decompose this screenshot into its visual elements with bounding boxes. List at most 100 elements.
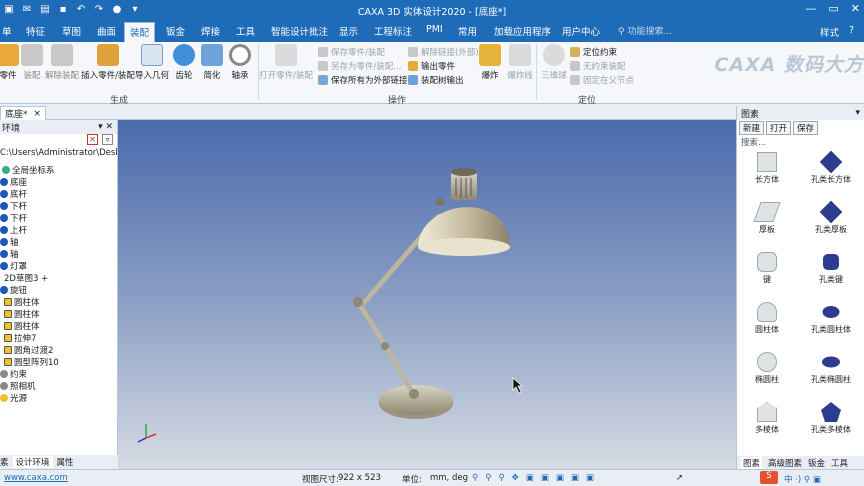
bearing-button[interactable]: 轴承	[220, 44, 260, 81]
tree-item[interactable]: 下杆	[0, 200, 118, 212]
elliptic-cylinder-icon	[757, 352, 777, 372]
tree-item[interactable]: 圆角过渡2	[0, 344, 118, 356]
help-icon[interactable]: ?	[849, 25, 854, 39]
tab-smart-design[interactable]: 智能设计批注	[271, 24, 328, 38]
tree-item[interactable]: 全局坐标系	[0, 164, 118, 176]
open-part-button[interactable]: 打开零件/装配	[259, 44, 313, 81]
tab-user-center[interactable]: 用户中心	[562, 24, 600, 38]
tab-load-apps[interactable]: 加载应用程序	[494, 24, 551, 38]
save-part-button[interactable]: 保存零件/装配	[318, 46, 385, 58]
tab-sheetmetal-elements[interactable]: 钣金	[808, 457, 825, 469]
tab-elements[interactable]: 图素	[741, 456, 763, 469]
tree-item[interactable]: 圆柱体	[0, 320, 118, 332]
tab-advanced-elements[interactable]: 高级图素	[768, 457, 802, 469]
new-catalog-button[interactable]: 新建	[739, 121, 765, 135]
tree-item[interactable]: 圆柱体	[0, 308, 118, 320]
tree-item[interactable]: 底杆	[0, 188, 118, 200]
view-tools[interactable]: ⚲⚲⚲✥▣▣▣▣▣	[472, 473, 601, 483]
tree-item[interactable]: 2D草图3 +	[0, 272, 118, 284]
position-constraint-button[interactable]: 定位约束	[570, 46, 617, 58]
tab-design-environment[interactable]: 设计环境	[12, 456, 53, 468]
tree-item[interactable]: 底座	[0, 176, 118, 188]
key-icon	[757, 252, 777, 272]
tab-weld[interactable]: 焊接	[201, 24, 220, 38]
filter-icon[interactable]: ▿	[102, 134, 113, 145]
tab-engineering-annotation[interactable]: 工程标注	[374, 24, 412, 38]
delete-icon[interactable]: ✕	[87, 134, 98, 145]
save-all-external-button[interactable]: 保存所有为外部链接	[318, 74, 408, 86]
tree-item[interactable]: 光源	[0, 392, 118, 404]
tree-item[interactable]: 旋钮	[0, 284, 118, 296]
tab-pmi[interactable]: PMI	[426, 24, 443, 35]
tree-item[interactable]: 圆型阵列10	[0, 356, 118, 368]
shape-plate[interactable]: 厚板	[737, 202, 797, 235]
shape-hole-elliptic-cylinder[interactable]: 孔类椭圆柱	[801, 352, 861, 385]
export-part-icon	[408, 61, 418, 71]
catalog-search[interactable]: 搜索...	[737, 136, 864, 148]
tab-assembly[interactable]: 装配	[124, 22, 156, 43]
tab-sheetmetal[interactable]: 钣金	[166, 24, 185, 38]
tab-sketch[interactable]: 草图	[62, 24, 81, 38]
plate-icon	[753, 202, 781, 222]
tab-display[interactable]: 显示	[339, 24, 358, 38]
insert-part-button[interactable]: 插入零件/装配	[81, 44, 135, 81]
shape-prism[interactable]: 多棱体	[737, 402, 797, 435]
tab-surface[interactable]: 曲面	[97, 24, 116, 38]
save-catalog-button[interactable]: 保存	[793, 121, 819, 135]
ribbon-panel: 零件 装配 解除装配 插入零件/装配 导入几何 齿轮 简化 轴承 生成 打开零件…	[0, 42, 864, 106]
select-cursor-icon[interactable]: ➚	[676, 473, 683, 483]
import-geometry-icon	[141, 44, 163, 66]
ime-language[interactable]: 中 ·) ⚲ ▣	[784, 473, 821, 485]
minimize-icon[interactable]: —	[805, 2, 816, 15]
shape-hole-prism[interactable]: 孔类多棱体	[801, 402, 861, 435]
save-all-icon	[318, 75, 328, 85]
design-tree: 全局坐标系 底座 底杆 下杆 下杆 上杆 轴 轴 灯罩 2D草图3 + 旋钮 圆…	[0, 164, 118, 404]
shape-box[interactable]: 长方体	[737, 152, 797, 185]
tree-item[interactable]: 上杆	[0, 224, 118, 236]
close-icon[interactable]: ✕	[851, 2, 860, 15]
unlink-external-button[interactable]: 解除链接(外部)	[408, 46, 479, 58]
pin-close-icons[interactable]: ▾ ✕	[98, 122, 113, 132]
export-part-button[interactable]: 输出零件	[408, 60, 455, 72]
tree-item[interactable]: 轴	[0, 236, 118, 248]
shape-elliptic-cylinder[interactable]: 椭圆柱	[737, 352, 797, 385]
unconstrained-assembly-button[interactable]: 无约束装配	[570, 60, 626, 72]
tree-item[interactable]: 下杆	[0, 212, 118, 224]
3d-viewport[interactable]	[118, 120, 736, 469]
close-document-icon[interactable]: ×	[34, 109, 42, 119]
tree-item[interactable]: 灯罩	[0, 260, 118, 272]
window-title: CAXA 3D 实体设计2020 - [底座*]	[357, 7, 507, 18]
tree-item[interactable]: 照相机	[0, 380, 118, 392]
shape-hole-cylinder[interactable]: 孔类圆柱体	[801, 302, 861, 335]
tab-elements[interactable]: 素	[0, 456, 9, 468]
document-tab[interactable]: 底座* ×	[0, 106, 47, 120]
assembly-tree-export-button[interactable]: 装配树输出	[408, 74, 464, 86]
maximize-icon[interactable]: ▭	[828, 2, 838, 15]
tree-item[interactable]: 轴	[0, 248, 118, 260]
tab-common[interactable]: 常用	[458, 24, 477, 38]
shape-key[interactable]: 键	[737, 252, 797, 285]
tree-item[interactable]: 拉伸7	[0, 332, 118, 344]
tab-properties[interactable]: 属性	[57, 456, 74, 468]
tree-item[interactable]: 圆柱体	[0, 296, 118, 308]
panel-menu-icon[interactable]: ▾	[855, 108, 860, 118]
shape-hole-box[interactable]: 孔类长方体	[801, 150, 861, 185]
save-as-part-button[interactable]: 另存为零件/装配...	[318, 60, 401, 72]
3d-ball-button[interactable]: 三维球	[534, 44, 574, 81]
tab-single[interactable]: 单	[2, 24, 12, 38]
open-catalog-button[interactable]: 打开	[766, 121, 792, 135]
fix-to-parent-button[interactable]: 固定在父节点	[570, 74, 634, 86]
disassemble-button[interactable]: 解除装配	[42, 44, 82, 81]
feature-search[interactable]: ⚲ 功能搜索...	[618, 24, 672, 37]
tab-tool-elements[interactable]: 工具	[831, 457, 848, 469]
tab-feature[interactable]: 特征	[26, 24, 45, 38]
tree-item[interactable]: 约束	[0, 368, 118, 380]
shape-cylinder[interactable]: 圆柱体	[737, 302, 797, 335]
ime-logo-icon: S	[760, 471, 778, 484]
tree-export-icon	[408, 75, 418, 85]
website-link[interactable]: www.caxa.com	[4, 473, 68, 483]
tab-tools[interactable]: 工具	[236, 24, 255, 38]
shape-hole-key[interactable]: 孔类键	[801, 252, 861, 285]
style-menu[interactable]: 样式	[820, 25, 839, 39]
shape-hole-plate[interactable]: 孔类厚板	[801, 200, 861, 235]
